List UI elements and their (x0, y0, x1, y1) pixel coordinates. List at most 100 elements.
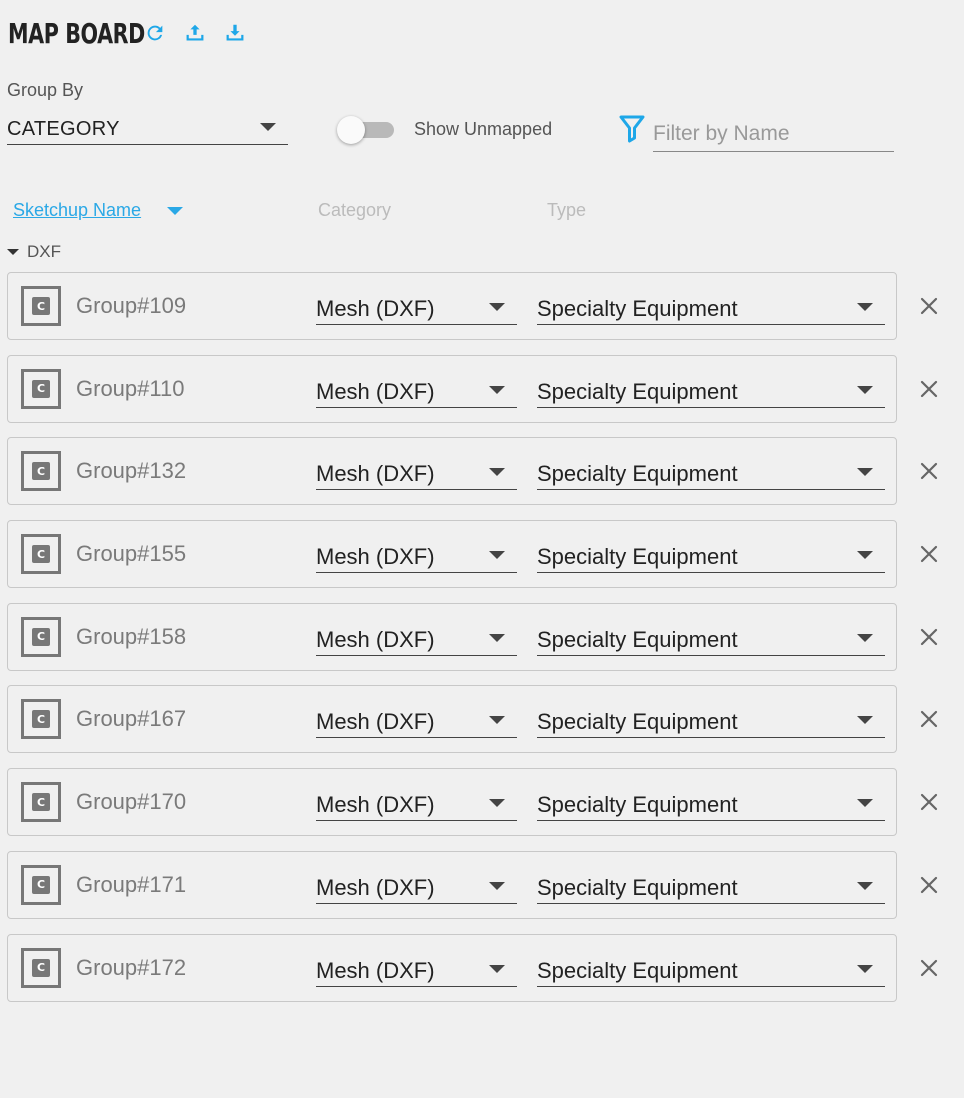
close-icon[interactable] (917, 542, 941, 566)
close-icon[interactable] (917, 790, 941, 814)
group-by-value: CATEGORY (7, 118, 120, 140)
type-value: Specialty Equipment (537, 378, 738, 404)
chevron-down-icon (489, 468, 505, 477)
page-title: MAP BOARD (8, 16, 145, 50)
column-header-category[interactable]: Category (318, 200, 391, 221)
chevron-down-icon (857, 551, 873, 560)
caret-down-icon (7, 249, 19, 255)
close-icon[interactable] (917, 294, 941, 318)
chevron-down-icon (857, 385, 873, 394)
list-item: C Group#170 Mesh (DXF) Specialty Equipme… (7, 768, 951, 851)
close-icon[interactable] (917, 625, 941, 649)
column-header-sketchup-name[interactable]: Sketchup Name (13, 200, 141, 221)
close-icon[interactable] (917, 377, 941, 401)
category-select[interactable]: Mesh (DXF) (316, 955, 517, 987)
sketchup-name: Group#158 (76, 623, 187, 649)
type-value: Specialty Equipment (537, 296, 738, 321)
sketchup-name: Group#155 (76, 541, 187, 567)
close-icon[interactable] (917, 956, 941, 980)
close-icon[interactable] (917, 707, 941, 731)
component-icon: C (21, 534, 61, 575)
close-icon[interactable] (917, 459, 941, 483)
type-select[interactable]: Specialty Equipment (537, 541, 885, 574)
header-bar: MAP BOARD (8, 14, 246, 52)
group-name: DXF (27, 242, 61, 261)
category-value: Mesh (DXF) (316, 544, 435, 570)
component-icon-letter: C (32, 545, 50, 564)
type-value: Specialty Equipment (537, 461, 738, 487)
chevron-down-icon (489, 799, 505, 808)
type-select[interactable]: Specialty Equipment (537, 293, 885, 325)
chevron-down-icon (489, 716, 505, 725)
toggle-knob (337, 116, 365, 144)
column-header-type[interactable]: Type (547, 200, 586, 221)
mapping-card: C Group#171 Mesh (DXF) Specialty Equipme… (7, 850, 897, 919)
chevron-down-icon (489, 551, 505, 560)
type-select[interactable]: Specialty Equipment (537, 955, 885, 987)
type-select[interactable]: Specialty Equipment (537, 789, 885, 822)
chevron-down-icon (489, 303, 505, 311)
list-item: C Group#110 Mesh (DXF) Specialty Equipme… (7, 354, 951, 438)
chevron-down-icon (857, 468, 873, 477)
chevron-down-icon (857, 303, 873, 311)
category-select[interactable]: Mesh (DXF) (316, 458, 517, 491)
mapping-card: C Group#155 Mesh (DXF) Specialty Equipme… (7, 520, 897, 589)
category-select[interactable]: Mesh (DXF) (316, 293, 517, 325)
type-value: Specialty Equipment (537, 709, 738, 735)
download-icon[interactable] (224, 22, 246, 44)
category-select[interactable]: Mesh (DXF) (316, 541, 517, 574)
component-icon: C (21, 368, 61, 409)
chevron-down-icon (857, 799, 873, 808)
list-item: C Group#171 Mesh (DXF) Specialty Equipme… (7, 850, 951, 934)
upload-icon[interactable] (184, 22, 206, 44)
sketchup-name: Group#110 (76, 375, 185, 401)
component-icon: C (21, 947, 61, 988)
map-board-panel: MAP BOARD Group By CATEGORY Show Unmappe… (0, 0, 964, 1098)
category-value: Mesh (DXF) (316, 709, 435, 735)
category-select[interactable]: Mesh (DXF) (316, 872, 517, 904)
component-icon-letter: C (32, 379, 50, 398)
list-item: C Group#109 Mesh (DXF) Specialty Equipme… (7, 272, 951, 355)
component-icon: C (21, 782, 61, 823)
component-icon: C (21, 864, 61, 905)
sort-desc-icon[interactable] (167, 207, 183, 215)
category-select[interactable]: Mesh (DXF) (316, 789, 517, 822)
chevron-down-icon (489, 633, 505, 642)
category-select[interactable]: Mesh (DXF) (316, 376, 517, 408)
sketchup-name: Group#132 (76, 458, 187, 484)
mapping-list: C Group#109 Mesh (DXF) Specialty Equipme… (7, 272, 951, 1016)
filter-by-name-input[interactable] (653, 116, 894, 152)
type-select[interactable]: Specialty Equipment (537, 706, 885, 739)
type-select[interactable]: Specialty Equipment (537, 458, 885, 491)
type-select[interactable]: Specialty Equipment (537, 624, 885, 656)
group-by-select[interactable]: CATEGORY (7, 114, 288, 145)
component-icon: C (21, 699, 61, 740)
close-icon[interactable] (917, 873, 941, 897)
category-select[interactable]: Mesh (DXF) (316, 706, 517, 739)
component-icon-letter: C (32, 875, 50, 894)
show-unmapped-label: Show Unmapped (414, 119, 553, 139)
component-icon: C (21, 286, 61, 326)
component-icon-letter: C (32, 710, 50, 729)
mapping-card: C Group#158 Mesh (DXF) Specialty Equipme… (7, 602, 897, 671)
chevron-down-icon (857, 881, 873, 890)
type-value: Specialty Equipment (537, 792, 738, 818)
mapping-card: C Group#132 Mesh (DXF) Specialty Equipme… (7, 437, 897, 506)
category-value: Mesh (DXF) (316, 461, 435, 487)
mapping-card: C Group#109 Mesh (DXF) Specialty Equipme… (7, 272, 897, 340)
type-select[interactable]: Specialty Equipment (537, 872, 885, 904)
chevron-down-icon (489, 881, 505, 890)
category-select[interactable]: Mesh (DXF) (316, 624, 517, 656)
show-unmapped-toggle[interactable] (336, 116, 396, 144)
component-icon: C (21, 451, 61, 492)
list-item: C Group#155 Mesh (DXF) Specialty Equipme… (7, 520, 951, 603)
category-value: Mesh (DXF) (316, 957, 435, 983)
chevron-down-icon (857, 633, 873, 642)
group-header-dxf[interactable]: DXF (7, 241, 61, 263)
filter-icon[interactable] (618, 114, 646, 144)
component-icon-letter: C (32, 958, 50, 977)
refresh-icon[interactable] (144, 22, 166, 44)
type-select[interactable]: Specialty Equipment (537, 376, 885, 408)
chevron-down-icon (489, 385, 505, 394)
group-by-label: Group By (7, 80, 84, 100)
